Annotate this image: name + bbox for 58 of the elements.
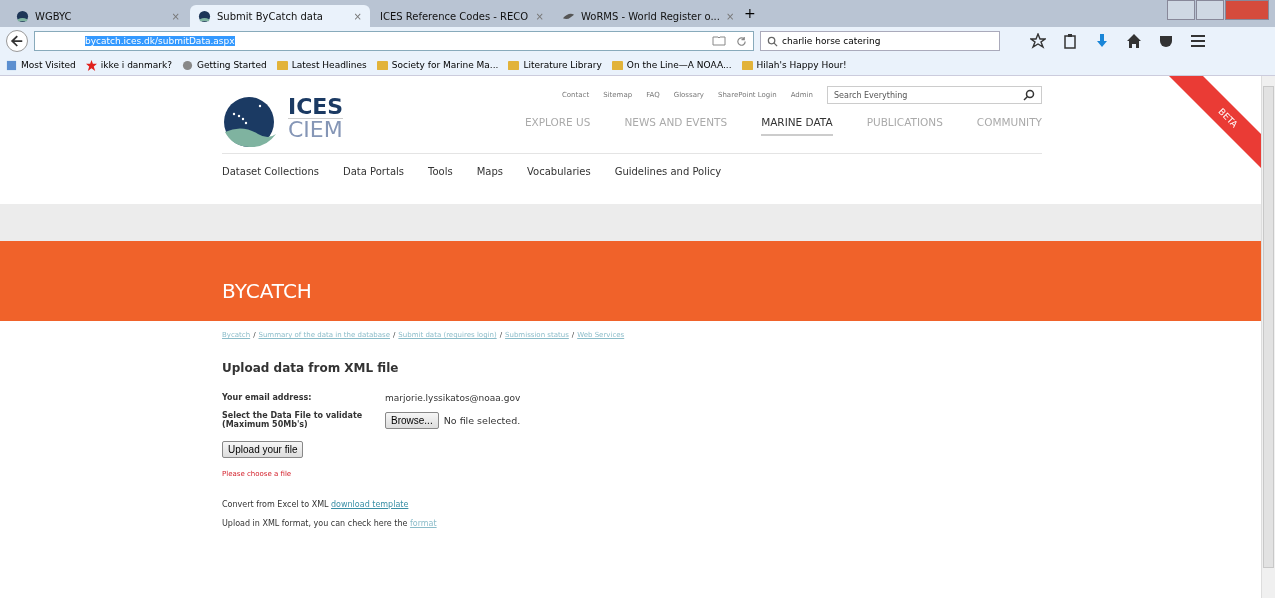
instruction-text: Upload in XML format, you can check here the format xyxy=(222,519,438,528)
bookmark-item[interactable]: Society for Marine Ma... xyxy=(376,59,499,71)
instruction-text: Convert from Excel to XML download template xyxy=(222,500,410,509)
scrollbar[interactable] xyxy=(1261,76,1275,598)
browser-tab[interactable]: ICES Reference Codes - RECO × xyxy=(372,5,552,27)
clipboard-icon[interactable] xyxy=(1062,33,1078,49)
email-value: marjorie.lyssikatos@noaa.gov xyxy=(385,393,521,403)
field-label: Select the Data File to validate (Maximum 50Mb's) xyxy=(222,411,364,429)
download-icon[interactable] xyxy=(1094,33,1110,49)
field-label: Your email address: xyxy=(222,393,313,403)
folder-icon xyxy=(611,59,623,71)
globe-icon xyxy=(16,9,29,23)
home-icon[interactable] xyxy=(1126,33,1142,49)
file-status: No file selected. xyxy=(443,414,521,426)
subnav-link[interactable]: Dataset Collections xyxy=(222,166,319,204)
form-heading: Upload data from XML file xyxy=(222,361,400,375)
pocket-icon[interactable] xyxy=(1158,33,1174,49)
browser-tab[interactable]: WGBYC × xyxy=(8,5,188,27)
download-link[interactable]: download template xyxy=(331,500,409,509)
menu-icon[interactable] xyxy=(1190,33,1206,49)
browser-tab[interactable]: WoRMS - World Register o... × xyxy=(554,5,734,27)
ices-logo[interactable]: ICES CIEM xyxy=(222,96,344,153)
search-field[interactable]: charlie horse catering xyxy=(760,31,1000,51)
upload-button[interactable]: Upload your file xyxy=(222,441,304,458)
folder-icon xyxy=(741,59,753,71)
bookmark-item[interactable]: Latest Headlines xyxy=(276,59,367,71)
close-tab-button[interactable]: × xyxy=(353,10,362,22)
star-icon xyxy=(85,59,97,71)
subnav-link[interactable]: Vocabularies xyxy=(527,166,591,204)
search-icon[interactable] xyxy=(1023,89,1035,101)
bookmark-item[interactable]: Most Visited xyxy=(6,59,76,71)
new-tab-button[interactable]: + xyxy=(736,5,764,27)
browser-tab[interactable]: Submit ByCatch data × xyxy=(190,5,370,27)
folder-icon xyxy=(276,59,288,71)
page-title: BYCATCH xyxy=(222,278,313,303)
folder-icon xyxy=(508,59,520,71)
subnav-link[interactable]: Tools xyxy=(428,166,453,204)
subnav-link[interactable]: Guidelines and Policy xyxy=(614,166,722,204)
globe-icon xyxy=(198,9,211,23)
search-icon xyxy=(767,35,778,47)
back-arrow-icon xyxy=(10,34,24,48)
folder-icon xyxy=(376,59,388,71)
back-button[interactable] xyxy=(6,30,28,52)
page-icon xyxy=(6,59,17,71)
bookmark-item[interactable]: Getting Started xyxy=(182,59,267,71)
bookmark-item[interactable]: ikke i danmark? xyxy=(85,59,173,71)
reload-icon[interactable] xyxy=(736,35,747,47)
nav-tab[interactable]: MARINE DATA xyxy=(761,116,833,136)
star-icon[interactable] xyxy=(1030,33,1046,49)
search-field[interactable]: Search Everything xyxy=(827,86,1042,104)
subnav-link[interactable]: Data Portals xyxy=(343,166,404,204)
bookmark-item[interactable]: Hilah's Happy Hour! xyxy=(741,59,847,71)
browse-button[interactable]: Browse... xyxy=(385,411,439,429)
bookmark-item[interactable]: Literature Library xyxy=(508,59,602,71)
bookmark-item[interactable]: On the Line—A NOAA... xyxy=(611,59,732,71)
window-controls[interactable] xyxy=(1167,0,1269,20)
subnav-link[interactable]: Maps xyxy=(476,166,503,204)
globe-icon xyxy=(182,59,194,71)
